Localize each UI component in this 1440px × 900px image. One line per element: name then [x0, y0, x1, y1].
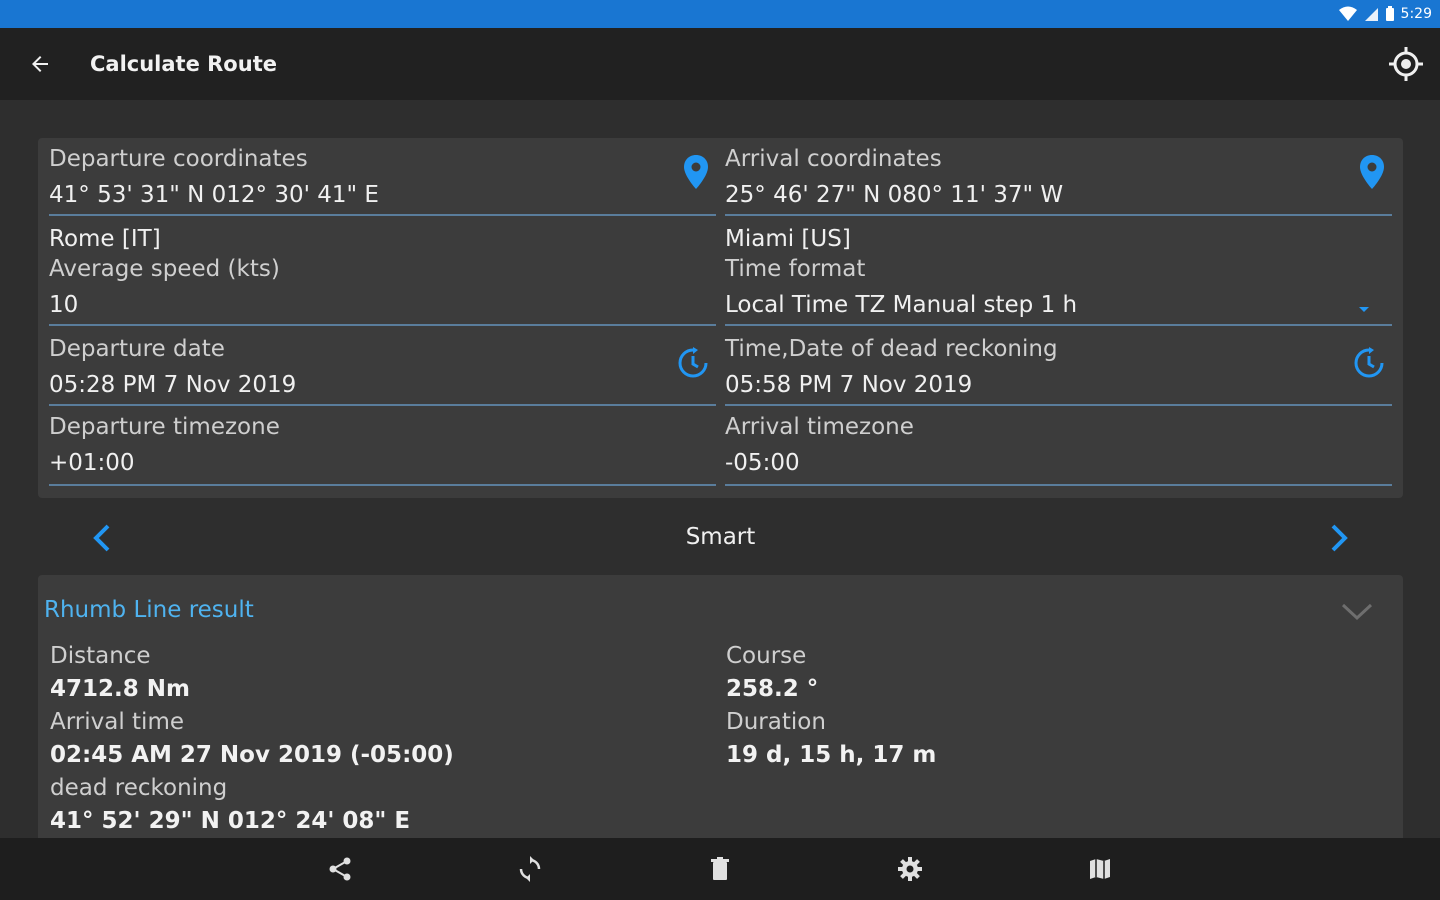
time-format-label: Time format	[725, 256, 866, 282]
arrival-time-label: Arrival time	[50, 709, 185, 735]
route-input-panel: Departure coordinates 41° 53' 31" N 012°…	[38, 138, 1403, 498]
duration-label: Duration	[726, 709, 826, 735]
departure-coordinates-value: 41° 53' 31" N 012° 30' 41" E	[49, 182, 379, 208]
chevron-right-icon	[1331, 524, 1348, 552]
dead-reckoning-time-field[interactable]: Time,Date of dead reckoning 05:58 PM 7 N…	[725, 334, 1392, 406]
distance-label: Distance	[50, 643, 151, 669]
clock-refresh-icon[interactable]	[676, 346, 710, 384]
map-button[interactable]	[1085, 854, 1115, 884]
chevron-down-icon	[1341, 603, 1373, 621]
next-mode-button[interactable]	[1323, 518, 1353, 558]
course-value: 258.2 °	[726, 676, 819, 702]
arrival-coordinates-field[interactable]: Arrival coordinates 25° 46' 27" N 080° 1…	[725, 142, 1392, 216]
course-label: Course	[726, 643, 807, 669]
mode-label: Smart	[685, 524, 756, 550]
trash-icon	[711, 857, 729, 880]
refresh-button[interactable]	[515, 854, 545, 884]
time-format-field[interactable]: Time format Local Time TZ Manual step 1 …	[725, 256, 1392, 326]
status-bar: 5:29	[0, 0, 1440, 28]
status-icons: 5:29	[1338, 4, 1432, 24]
collapse-button[interactable]	[1339, 599, 1375, 623]
result-title: Rhumb Line result	[44, 597, 254, 623]
delete-button[interactable]	[705, 854, 735, 884]
refresh-icon	[519, 856, 541, 882]
dead-reckoning-time-value: 05:58 PM 7 Nov 2019	[725, 372, 973, 398]
map-icon	[1090, 859, 1110, 879]
share-icon	[329, 857, 351, 881]
app-bar: Calculate Route	[0, 28, 1440, 100]
dead-reckoning-time-label: Time,Date of dead reckoning	[725, 336, 1058, 362]
arrival-timezone-field[interactable]: Arrival timezone -05:00	[725, 414, 1392, 486]
wifi-icon	[1338, 6, 1357, 22]
map-pin-icon[interactable]	[682, 154, 710, 194]
average-speed-input[interactable]: 10	[49, 292, 78, 318]
map-pin-icon[interactable]	[1358, 154, 1386, 194]
settings-button[interactable]	[895, 854, 925, 884]
departure-date-field[interactable]: Departure date 05:28 PM 7 Nov 2019	[49, 334, 716, 406]
dead-reckoning-label: dead reckoning	[50, 775, 228, 801]
cell-signal-icon	[1363, 6, 1379, 22]
duration-value: 19 d, 15 h, 17 m	[726, 742, 937, 768]
page-title: Calculate Route	[90, 52, 277, 76]
mode-selector: Smart	[38, 502, 1403, 572]
departure-date-value: 05:28 PM 7 Nov 2019	[49, 372, 297, 398]
rhumb-line-result-panel: Rhumb Line result Distance 4712.8 Nm Cou…	[38, 575, 1403, 845]
departure-timezone-label: Departure timezone	[49, 414, 280, 440]
departure-coordinates-field[interactable]: Departure coordinates 41° 53' 31" N 012°…	[49, 142, 716, 216]
gear-icon	[898, 857, 922, 881]
average-speed-label: Average speed (kts)	[49, 256, 280, 282]
departure-date-label: Departure date	[49, 336, 225, 362]
time-format-select[interactable]: Local Time TZ Manual step 1 h	[725, 292, 1077, 318]
arrival-city: Miami [US]	[725, 226, 851, 252]
crosshair-icon	[1389, 47, 1423, 81]
locate-button[interactable]	[1386, 44, 1426, 84]
dead-reckoning-value: 41° 52' 29" N 012° 24' 08" E	[50, 808, 411, 834]
arrival-coordinates-label: Arrival coordinates	[725, 146, 942, 172]
departure-city: Rome [IT]	[49, 226, 161, 252]
distance-value: 4712.8 Nm	[50, 676, 190, 702]
arrival-timezone-input[interactable]: -05:00	[725, 450, 800, 476]
dropdown-arrow-icon	[1359, 307, 1369, 312]
arrival-coordinates-value: 25° 46' 27" N 080° 11' 37" W	[725, 182, 1064, 208]
bottom-action-bar	[0, 838, 1440, 900]
departure-timezone-input[interactable]: +01:00	[49, 450, 135, 476]
average-speed-field[interactable]: Average speed (kts) 10	[49, 256, 716, 326]
arrival-timezone-label: Arrival timezone	[725, 414, 914, 440]
departure-timezone-field[interactable]: Departure timezone +01:00	[49, 414, 716, 486]
status-time: 5:29	[1400, 6, 1432, 22]
arrival-time-value: 02:45 AM 27 Nov 2019 (-05:00)	[50, 742, 454, 768]
previous-mode-button[interactable]	[88, 518, 118, 558]
battery-icon	[1385, 6, 1395, 22]
departure-coordinates-label: Departure coordinates	[49, 146, 308, 172]
chevron-left-icon	[93, 524, 110, 552]
arrow-left-icon	[32, 56, 48, 72]
back-button[interactable]	[22, 48, 58, 80]
share-button[interactable]	[325, 854, 355, 884]
clock-refresh-icon[interactable]	[1352, 346, 1386, 384]
